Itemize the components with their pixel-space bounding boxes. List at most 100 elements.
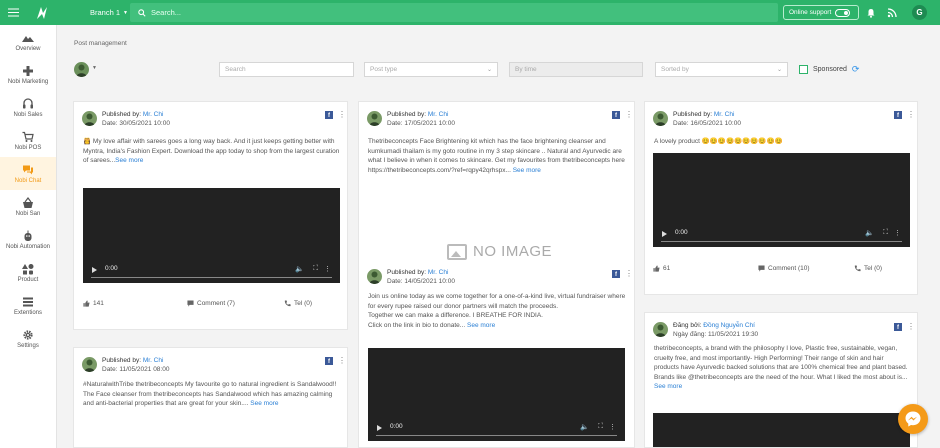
comments-count[interactable]: Comment (10) <box>758 265 810 272</box>
sidebar-item-label: Overview <box>15 45 41 52</box>
no-image-label: NO IMAGE <box>473 243 553 260</box>
video-player[interactable]: 0:00 🔈 ⛶ ⋮ <box>368 348 625 441</box>
published-by: Published by: Mr. Chi <box>102 357 163 364</box>
video-player[interactable] <box>653 413 910 447</box>
post-search-input[interactable]: Search <box>219 62 354 77</box>
author-name[interactable]: Mr. Chi <box>714 111 735 118</box>
more-options-icon[interactable]: ⋮ <box>338 111 346 119</box>
more-options-icon[interactable]: ⋮ <box>907 323 915 331</box>
online-support-toggle[interactable]: Online support <box>783 5 859 20</box>
by-time-placeholder: By time <box>515 66 537 73</box>
facebook-icon: f <box>612 111 620 119</box>
fullscreen-icon[interactable]: ⛶ <box>883 229 888 237</box>
user-avatar[interactable]: G <box>912 5 927 20</box>
sidebar-item-settings[interactable]: Settings <box>0 322 56 355</box>
post-text-content: thetribeconcepts, a brand with the philo… <box>654 345 908 381</box>
branch-selector[interactable]: Branch 1 ▼ <box>90 8 128 17</box>
bell-icon[interactable] <box>865 7 876 18</box>
messenger-button[interactable] <box>898 404 928 434</box>
more-options-icon[interactable]: ⋮ <box>324 265 331 273</box>
video-progress-bar[interactable] <box>91 276 332 278</box>
facebook-icon: f <box>612 270 620 278</box>
more-options-icon[interactable]: ⋮ <box>907 111 915 119</box>
see-more-link[interactable]: See more <box>654 383 682 390</box>
play-icon[interactable] <box>92 267 97 273</box>
facebook-icon: f <box>894 111 902 119</box>
comments-count[interactable]: Comment (7) <box>187 300 235 307</box>
play-icon[interactable] <box>377 425 382 431</box>
sidebar-item-nobi-pos[interactable]: Nobi POS <box>0 124 56 157</box>
more-options-icon[interactable]: ⋮ <box>625 270 633 278</box>
published-label: Published by: <box>387 269 427 276</box>
post-card: Published by: Mr. Chi Date: 11/05/2021 0… <box>73 347 348 448</box>
more-options-icon[interactable]: ⋮ <box>609 423 616 431</box>
menu-icon[interactable] <box>0 0 26 25</box>
sidebar-item-nobi-san[interactable]: Nobi San <box>0 190 56 223</box>
video-player[interactable]: 0:00 🔈 ⛶ ⋮ <box>83 188 340 283</box>
comment-icon <box>758 265 765 272</box>
post-card: Published by: Mr. Chi Date: 16/05/2021 1… <box>644 101 918 295</box>
volume-icon[interactable]: 🔈 <box>580 423 589 431</box>
see-more-link[interactable]: See more <box>115 157 143 164</box>
author-name[interactable]: Mr. Chi <box>143 111 164 118</box>
more-options-icon[interactable]: ⋮ <box>894 229 901 237</box>
sidebar-item-label: Nobi Chat <box>14 177 42 184</box>
post-text-line: Join us online today as we come together… <box>368 293 626 310</box>
author-name[interactable]: Mr. Chi <box>428 111 449 118</box>
post-date: Date: 17/05/2021 10:00 <box>387 120 455 127</box>
sidebar-item-nobi-automation[interactable]: Nobi Automation <box>0 223 56 256</box>
chevron-down-icon[interactable]: ▼ <box>92 65 97 71</box>
search-icon <box>138 8 146 17</box>
video-progress-bar[interactable] <box>661 240 902 242</box>
see-more-link[interactable]: See more <box>467 322 495 329</box>
sidebar-item-nobi-marketing[interactable]: Nobi Marketing <box>0 58 56 91</box>
post-type-placeholder: Post type <box>370 66 398 73</box>
video-player[interactable]: 0:00 🔈 ⛶ ⋮ <box>653 153 910 247</box>
more-options-icon[interactable]: ⋮ <box>625 111 633 119</box>
page-avatar-selector[interactable] <box>74 62 89 77</box>
rss-icon[interactable] <box>886 7 897 18</box>
global-search-input[interactable]: Search... <box>130 3 778 22</box>
post-type-select[interactable]: Post type ⌄ <box>364 62 498 77</box>
phone-icon <box>284 300 291 307</box>
refresh-icon[interactable]: ⟳ <box>852 64 860 75</box>
sidebar-item-product[interactable]: Product <box>0 256 56 289</box>
more-options-icon[interactable]: ⋮ <box>338 357 346 365</box>
by-time-input[interactable]: By time <box>509 62 643 77</box>
fullscreen-icon[interactable]: ⛶ <box>598 423 603 431</box>
facebook-icon: f <box>325 111 333 119</box>
see-more-link[interactable]: See more <box>513 167 541 174</box>
sidebar-item-nobi-chat[interactable]: Nobi Chat <box>0 157 56 190</box>
author-name[interactable]: Đồng Nguyễn Chí <box>703 322 755 329</box>
headset-icon <box>23 97 33 108</box>
video-progress-bar[interactable] <box>376 434 617 436</box>
fullscreen-icon[interactable]: ⛶ <box>313 265 318 273</box>
logo-icon[interactable] <box>26 0 58 25</box>
sidebar-item-extentions[interactable]: Extentions <box>0 289 56 322</box>
list-icon <box>23 297 33 306</box>
video-time: 0:00 <box>105 265 118 272</box>
volume-icon[interactable]: 🔈 <box>295 265 304 273</box>
likes-count: 61 <box>653 265 670 272</box>
mountain-icon <box>22 35 34 42</box>
post-text-content: Thetribeconcepts Face Brightening kit wh… <box>368 138 625 174</box>
sorted-by-placeholder: Sorted by <box>661 66 689 73</box>
author-name[interactable]: Mr. Chi <box>428 269 449 276</box>
tel-value: Tel (0) <box>864 265 883 272</box>
sorted-by-select[interactable]: Sorted by ⌄ <box>655 62 788 77</box>
tel-count[interactable]: Tel (0) <box>854 265 882 272</box>
sidebar-item-nobi-sales[interactable]: Nobi Sales <box>0 91 56 124</box>
play-icon[interactable] <box>662 231 667 237</box>
sidebar-item-label: Nobi Marketing <box>7 78 49 85</box>
likes-count: 141 <box>83 300 104 307</box>
sponsored-label: Sponsored <box>813 66 847 73</box>
post-text: Thetribeconcepts Face Brightening kit wh… <box>368 137 626 175</box>
tel-count[interactable]: Tel (0) <box>284 300 312 307</box>
sidebar-item-overview[interactable]: Overview <box>0 25 56 58</box>
author-avatar <box>653 111 668 126</box>
sponsored-checkbox[interactable] <box>799 65 808 74</box>
gamepad-icon <box>23 65 33 76</box>
author-name[interactable]: Mr. Chi <box>143 357 164 364</box>
volume-icon[interactable]: 🔈 <box>865 229 874 237</box>
see-more-link[interactable]: See more <box>250 400 278 407</box>
